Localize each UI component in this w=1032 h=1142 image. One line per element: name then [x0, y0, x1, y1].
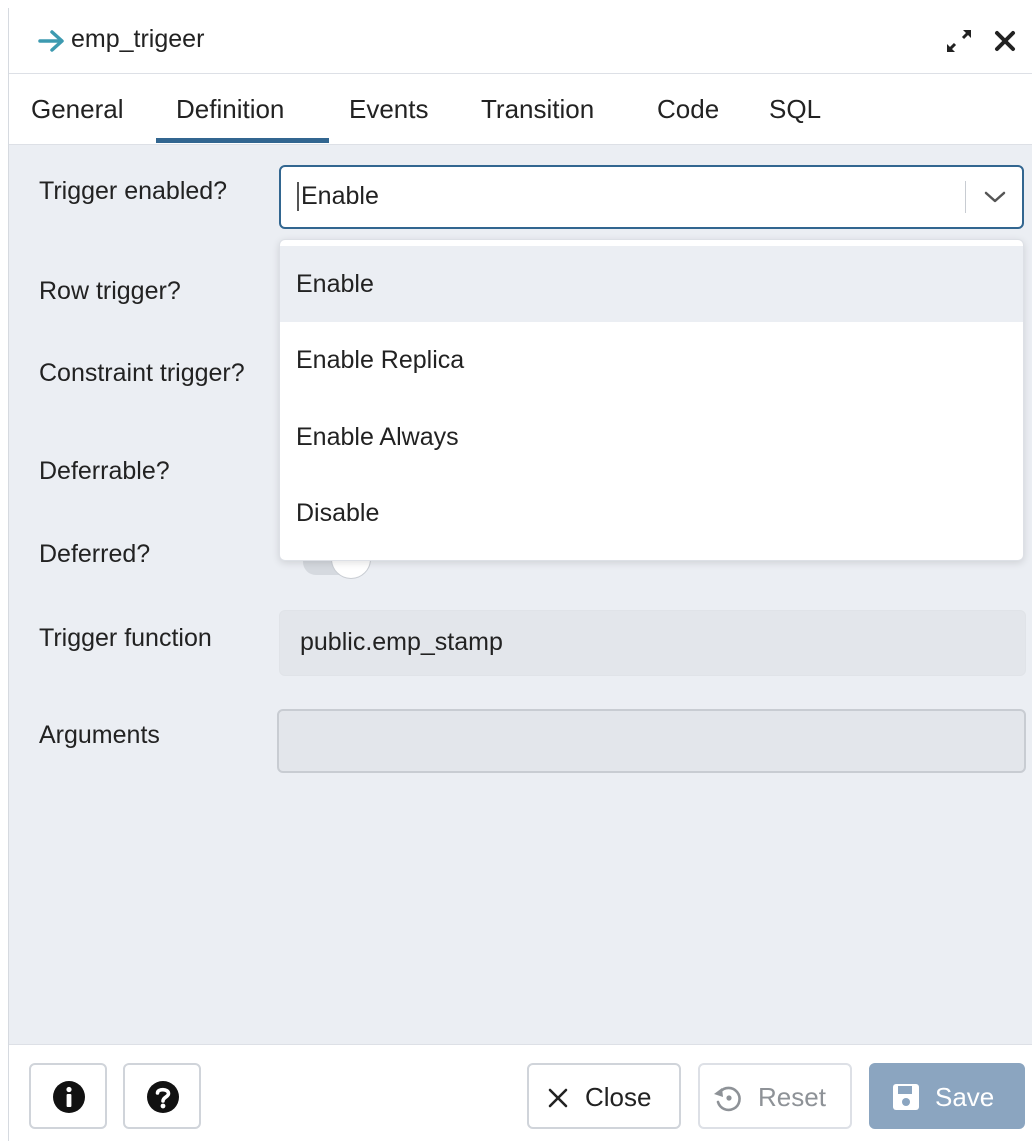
close-icon[interactable]	[992, 28, 1018, 54]
trigger-function-value: public.emp_stamp	[300, 628, 503, 656]
close-x-icon	[548, 1088, 568, 1108]
info-icon	[53, 1081, 85, 1113]
save-icon	[893, 1084, 919, 1110]
tab-definition[interactable]: Definition	[176, 94, 284, 125]
dialog-titlebar[interactable]: emp_trigeer	[9, 8, 1032, 74]
tab-code[interactable]: Code	[657, 94, 719, 125]
help-icon	[147, 1081, 179, 1113]
reset-button-label: Reset	[758, 1082, 826, 1112]
trigger-function-label: Trigger function	[39, 624, 212, 652]
save-button-label: Save	[935, 1082, 995, 1112]
arguments-label: Arguments	[39, 721, 160, 749]
tab-bar: General Definition Events Transition Cod…	[9, 74, 1032, 145]
help-button[interactable]	[123, 1063, 201, 1129]
expand-icon[interactable]	[945, 27, 973, 55]
dialog-title: emp_trigeer	[71, 25, 205, 53]
trigger-enabled-value[interactable]: Enable	[297, 182, 379, 211]
option-enable-always[interactable]: Enable Always	[280, 399, 1023, 475]
deferrable-label: Deferrable?	[39, 457, 170, 485]
toggle-knob	[331, 561, 371, 579]
active-tab-indicator	[156, 138, 329, 143]
arguments-field[interactable]	[277, 709, 1026, 773]
close-button-label: Close	[585, 1082, 652, 1112]
chevron-down-icon[interactable]	[983, 187, 1007, 207]
trigger-function-field: public.emp_stamp	[279, 610, 1026, 676]
info-button[interactable]	[29, 1063, 107, 1129]
trigger-enabled-label: Trigger enabled?	[39, 177, 228, 205]
deferred-toggle[interactable]	[303, 561, 377, 579]
reset-button[interactable]: Reset	[698, 1063, 852, 1129]
trigger-enabled-dropdown: Enable Enable Replica Enable Always Disa…	[279, 239, 1024, 561]
option-enable[interactable]: Enable	[280, 246, 1023, 322]
constraint-trigger-label: Constraint trigger?	[39, 359, 245, 387]
close-button[interactable]: Close	[527, 1063, 681, 1129]
arrow-right-icon	[38, 30, 64, 52]
tab-events[interactable]: Events	[349, 94, 429, 125]
dialog-footer: Close Reset Save	[9, 1044, 1032, 1142]
reset-icon	[714, 1086, 741, 1112]
row-trigger-label: Row trigger?	[39, 277, 181, 305]
tab-sql[interactable]: SQL	[769, 94, 821, 125]
tab-general[interactable]: General	[31, 94, 124, 125]
option-disable[interactable]: Disable	[280, 475, 1023, 551]
trigger-dialog: emp_trigeer General Definition Events Tr…	[8, 8, 1032, 1142]
trigger-enabled-select[interactable]: Enable	[279, 165, 1024, 229]
select-separator	[965, 181, 966, 213]
save-button[interactable]: Save	[869, 1063, 1025, 1129]
option-enable-replica[interactable]: Enable Replica	[280, 322, 1023, 398]
deferred-label: Deferred?	[39, 540, 151, 568]
tab-transition[interactable]: Transition	[481, 94, 594, 125]
